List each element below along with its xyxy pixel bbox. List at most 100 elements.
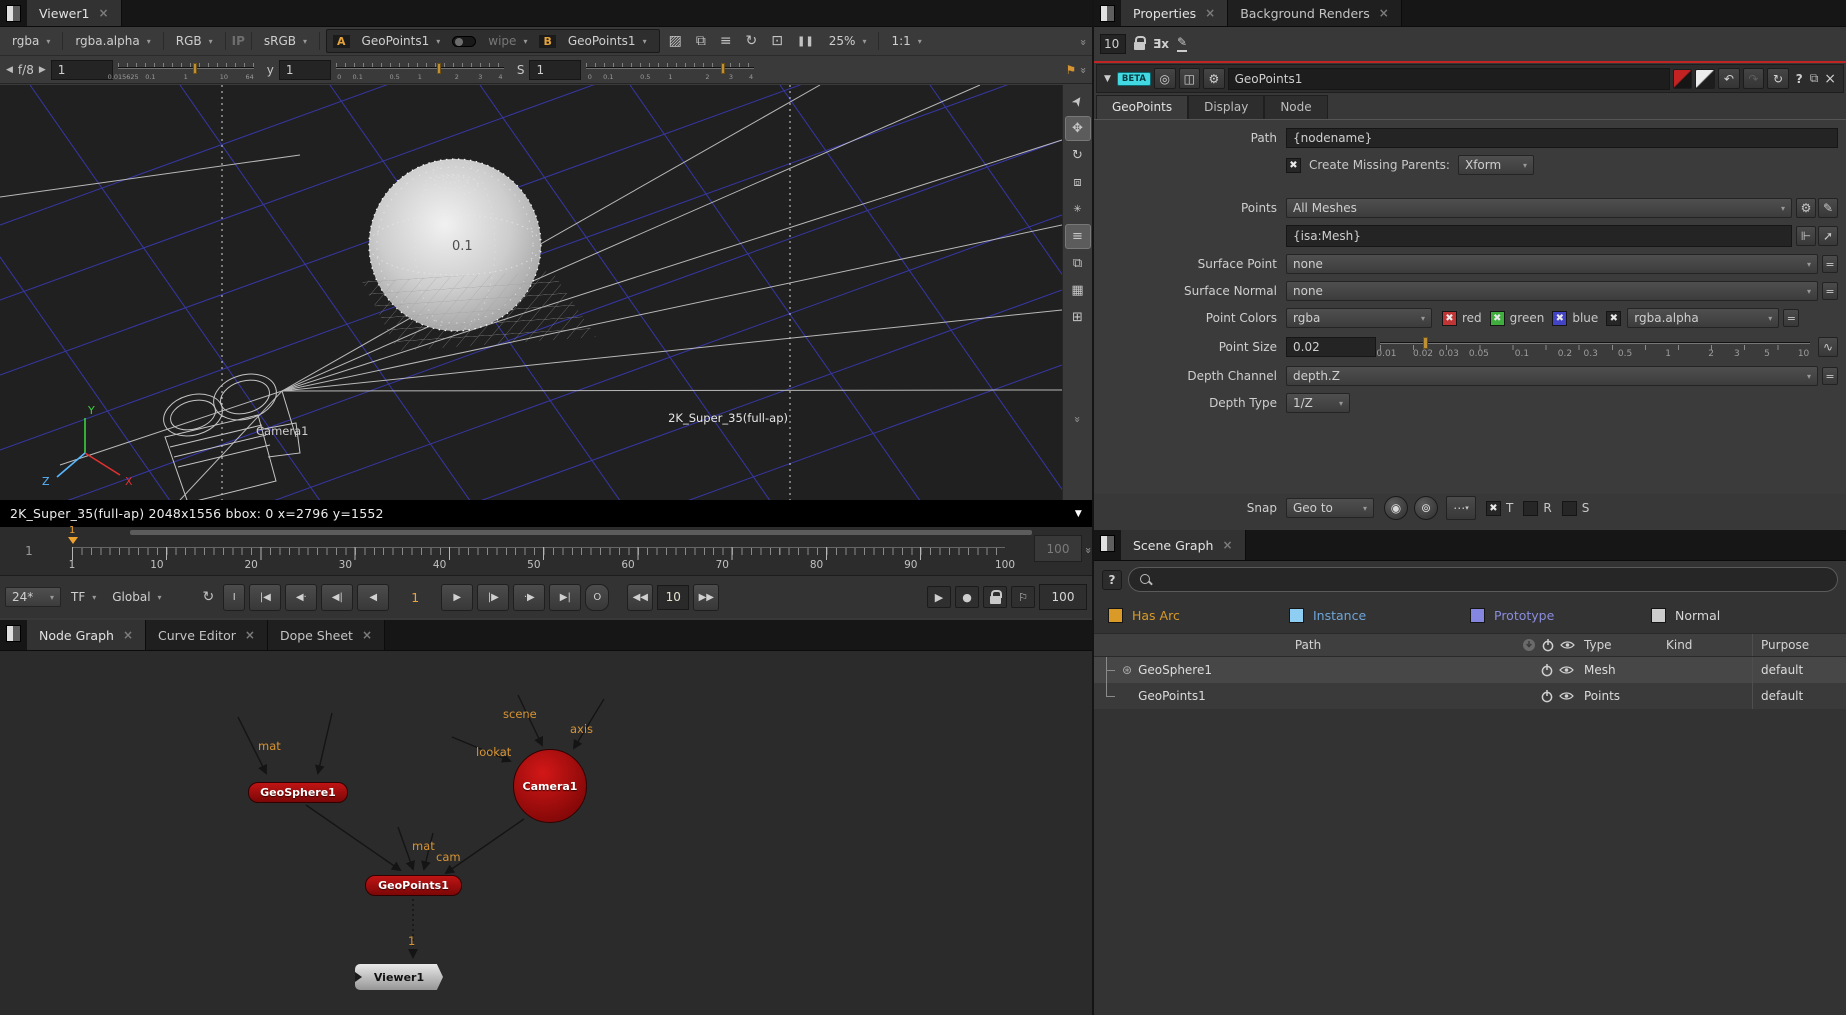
timeline-ruler[interactable]: 1 10 20 30 40 50 60 70 80 90 100 1 xyxy=(72,527,1005,575)
pick-object-icon[interactable]: ➚ xyxy=(1818,226,1838,246)
step-forward-button[interactable]: |▶ xyxy=(477,584,509,611)
hierarchy-tool-icon[interactable]: ⧈ xyxy=(1065,170,1091,195)
mask-pattern-input[interactable] xyxy=(1286,225,1792,247)
focus-icon[interactable]: ◎ xyxy=(1154,68,1176,89)
lock-range-icon[interactable] xyxy=(983,586,1007,608)
frame-increment-input[interactable]: 10 xyxy=(657,585,689,610)
tab-curve-editor[interactable]: Curve Editor × xyxy=(146,620,268,650)
marquee-select-icon[interactable]: ⧉ xyxy=(1065,251,1091,276)
fps-dropdown[interactable]: 24*▾ xyxy=(5,587,61,607)
close-icon[interactable]: × xyxy=(1379,6,1389,20)
fit-view-icon[interactable]: ⊞ xyxy=(1065,305,1091,330)
tab-properties[interactable]: Properties × xyxy=(1121,0,1228,26)
gamma-slider[interactable]: 0 0.1 0.5 1 2 3 4 xyxy=(336,58,504,82)
playhead[interactable] xyxy=(68,537,78,549)
power-icon[interactable] xyxy=(1540,663,1554,677)
gain-prev-icon[interactable]: ◀ xyxy=(6,65,13,75)
channels-dropdown[interactable]: rgba▾ xyxy=(6,31,56,51)
node-color-swatch[interactable] xyxy=(1673,69,1693,89)
close-icon[interactable]: × xyxy=(1222,538,1232,552)
close-icon[interactable]: × xyxy=(245,628,255,642)
proxy-toggle-icon[interactable]: ▨ xyxy=(664,33,687,49)
node-geopoints1[interactable]: GeoPoints1 xyxy=(365,875,462,896)
pane-menu-icon[interactable] xyxy=(6,5,21,22)
gamma-input[interactable] xyxy=(279,60,331,80)
snap-t-checkbox[interactable]: ✖ xyxy=(1486,501,1501,516)
wipe-overlay-icon[interactable]: ⧉ xyxy=(691,33,711,49)
wipe-toggle[interactable] xyxy=(452,36,476,47)
node-name-input[interactable] xyxy=(1228,68,1670,90)
more-options-icon[interactable]: » xyxy=(1077,67,1090,72)
pane-menu-icon[interactable] xyxy=(1100,535,1115,552)
revert-icon[interactable]: ↻ xyxy=(1767,68,1789,89)
search-input[interactable] xyxy=(1128,567,1838,592)
close-icon[interactable]: × xyxy=(98,6,108,20)
input-process-toggle[interactable]: IP xyxy=(232,34,245,48)
points-source-dropdown[interactable]: All Meshes▾ xyxy=(1286,198,1792,218)
sat-input[interactable] xyxy=(529,60,581,80)
viewport-3d[interactable]: 0.1 Camera1 xyxy=(0,85,1062,500)
max-panels-input[interactable] xyxy=(1100,34,1126,54)
node-graph-canvas[interactable]: mat scene axis lookat mat cam 1 GeoSpher… xyxy=(0,651,1092,1015)
wipe-dropdown[interactable]: wipe▾ xyxy=(482,31,533,51)
rotate-tool-icon[interactable]: ↻ xyxy=(1065,143,1091,168)
goto-start-button[interactable]: |◀ xyxy=(249,584,281,611)
frame-range-icon[interactable]: ⚐ xyxy=(1011,586,1035,608)
snap-r-checkbox[interactable] xyxy=(1523,501,1538,516)
tab-geopoints[interactable]: GeoPoints xyxy=(1096,95,1188,119)
multi-slider-icon[interactable]: ≡ xyxy=(1065,224,1091,249)
record-icon[interactable]: ● xyxy=(955,586,979,608)
clear-panels-icon[interactable]: Ǝx xyxy=(1153,37,1169,51)
power-icon[interactable] xyxy=(1541,638,1555,652)
wrench-icon[interactable]: ⚙ xyxy=(1203,68,1225,89)
redo-icon[interactable]: ↷ xyxy=(1743,68,1765,89)
out-point-button[interactable]: O xyxy=(585,584,609,611)
gain-input[interactable] xyxy=(51,60,113,80)
float-panel-icon[interactable]: ⧉ xyxy=(1810,71,1819,86)
eye-icon[interactable] xyxy=(1560,638,1575,652)
equals-button[interactable]: = xyxy=(1822,367,1838,385)
timeline[interactable]: 1 1 10 20 30 40 50 60 70 80 90 100 1 100… xyxy=(0,527,1092,576)
power-icon[interactable] xyxy=(1540,689,1554,703)
panel-menu-icon[interactable]: ▼ xyxy=(1101,74,1114,84)
equals-button[interactable]: = xyxy=(1822,255,1838,273)
tab-background-renders[interactable]: Background Renders × xyxy=(1228,0,1402,26)
path-input[interactable] xyxy=(1286,128,1838,148)
tab-viewer1[interactable]: Viewer1 × xyxy=(27,0,122,26)
range-end-input[interactable]: 100 xyxy=(1039,584,1087,610)
eye-icon[interactable] xyxy=(1559,689,1574,703)
more-options-icon[interactable]: » xyxy=(1071,416,1084,421)
column-type[interactable]: Type xyxy=(1580,638,1666,652)
close-icon[interactable]: × xyxy=(362,628,372,642)
point-colors-dropdown[interactable]: rgba▾ xyxy=(1286,308,1432,328)
alpha-channel-checkbox[interactable]: ✖ xyxy=(1606,311,1621,326)
tab-scene-graph[interactable]: Scene Graph × xyxy=(1121,530,1246,560)
refresh-icon[interactable]: ↻ xyxy=(741,33,763,49)
close-icon[interactable]: × xyxy=(1205,6,1215,20)
eye-icon[interactable] xyxy=(1559,663,1574,677)
zoom-dropdown[interactable]: 25%▾ xyxy=(823,31,873,51)
flipbook-play-icon[interactable]: ▶ xyxy=(927,586,951,608)
tab-node[interactable]: Node xyxy=(1264,95,1327,119)
select-cursor-icon[interactable]: ➤ xyxy=(1060,84,1095,120)
edit-expression-icon[interactable]: ✎ xyxy=(1818,198,1838,218)
equals-button[interactable]: = xyxy=(1822,282,1838,300)
snap-position-icon[interactable]: ◉ xyxy=(1384,496,1408,520)
column-purpose[interactable]: Purpose xyxy=(1752,634,1846,656)
forward-skip-button[interactable]: ▶▶ xyxy=(693,584,719,611)
gain-stop-label[interactable]: f/8 xyxy=(18,63,34,77)
rewind-skip-button[interactable]: ◀◀ xyxy=(627,584,653,611)
monitor-icon[interactable]: ◫ xyxy=(1179,68,1201,89)
snap-orient-icon[interactable]: ⊚ xyxy=(1414,496,1438,520)
point-size-input[interactable] xyxy=(1286,337,1376,357)
depth-channel-dropdown[interactable]: depth.Z▾ xyxy=(1286,366,1818,386)
b-buffer-dropdown[interactable]: GeoPoints1▾ xyxy=(562,31,653,51)
in-point-button[interactable]: I xyxy=(223,584,245,611)
pause-icon[interactable]: ❚❚ xyxy=(792,36,819,47)
gain-slider[interactable]: 0.015625 0.1 1 10 64 xyxy=(118,58,254,82)
tab-node-graph[interactable]: Node Graph × xyxy=(27,620,146,650)
tf-dropdown[interactable]: TF▾ xyxy=(65,587,102,607)
surface-point-dropdown[interactable]: none▾ xyxy=(1286,254,1818,274)
range-dropdown[interactable]: Global▾ xyxy=(106,587,167,607)
step-back-button[interactable]: ◀| xyxy=(321,584,353,611)
